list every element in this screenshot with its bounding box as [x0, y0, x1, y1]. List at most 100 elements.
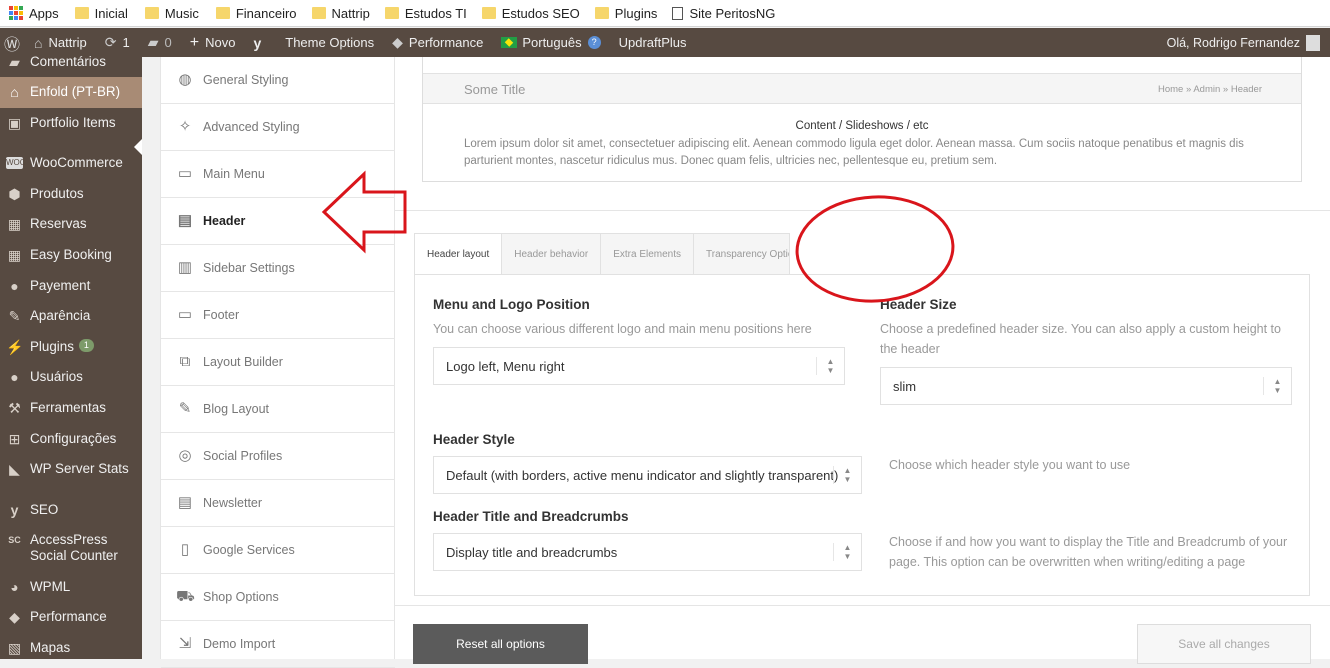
reset-all-button[interactable]: Reset all options	[413, 624, 588, 664]
bookmark-apps[interactable]: Apps	[9, 0, 59, 27]
new-content-menu[interactable]: + Novo	[181, 28, 245, 57]
sidebar-item-payement[interactable]: ● Payement	[0, 278, 142, 298]
coin-icon: ●	[10, 278, 19, 294]
sidebar-item-easy-booking[interactable]: ▦ Easy Booking	[0, 247, 142, 267]
option-sidebar-settings[interactable]: ▥ Sidebar Settings	[161, 245, 395, 292]
select-arrows-icon: ▲ ▼	[833, 543, 861, 561]
bookmark-music[interactable]: Music	[144, 0, 199, 27]
sidebar-item-ferramentas[interactable]: ⚒ Ferramentas	[0, 400, 142, 420]
comments-icon: ▰	[9, 54, 20, 70]
sidebar-item-aparencia[interactable]: ✎ Aparência	[0, 308, 142, 328]
option-social-profiles[interactable]: ◎ Social Profiles	[161, 433, 395, 480]
bookmark-label: Estudos TI	[404, 5, 467, 21]
folder-icon	[74, 7, 89, 19]
performance-menu[interactable]: ◆ Performance	[383, 28, 492, 57]
option-demo-import[interactable]: ⇲ Demo Import	[161, 621, 395, 668]
bookmark-label: Music	[164, 5, 199, 21]
bookmark-nattrip[interactable]: Nattrip	[311, 0, 370, 27]
brush-icon: ✎	[8, 308, 21, 324]
sidebar-item-usuarios[interactable]: ● Usuários	[0, 369, 142, 389]
sidebar-item-label: Configurações	[30, 431, 117, 446]
yoast-menu[interactable]: y	[244, 28, 276, 57]
comment-bubble-icon: ▰	[147, 34, 159, 50]
sidebar-item-wp-server-stats[interactable]: ◣ WP Server Stats	[0, 461, 142, 481]
bookmark-inicial[interactable]: Inicial	[74, 0, 128, 27]
sidebar-item-label: Easy Booking	[30, 247, 112, 262]
admin-sidebar: ▰ Comentários ⌂ Enfold (PT-BR) ▣ Portfolio …	[0, 54, 142, 660]
updraftplus-menu[interactable]: UpdraftPlus	[610, 28, 696, 57]
theme-options-menu[interactable]: Theme Options	[276, 28, 383, 57]
comments-menu[interactable]: ▰ 0	[139, 28, 181, 57]
magic-wand-icon: ✧	[178, 118, 192, 135]
bookmark-financeiro[interactable]: Financeiro	[215, 0, 297, 27]
option-shop-options[interactable]: ⛟ Shop Options	[161, 574, 395, 621]
folder-icon	[311, 7, 326, 19]
footer-layout-icon: ▭	[177, 306, 193, 323]
updates-count: 1	[122, 35, 130, 50]
update-badge: 1	[78, 339, 94, 352]
sidebar-item-mapas[interactable]: ▧ Mapas	[0, 640, 142, 660]
bookmark-estudos-seo[interactable]: Estudos SEO	[481, 0, 580, 27]
yoast-icon: y	[253, 34, 262, 51]
option-blog-layout[interactable]: ✎ Blog Layout	[161, 386, 395, 433]
sidebar-item-woocommerce[interactable]: WOO WooCommerce	[0, 155, 142, 175]
sidebar-item-seo[interactable]: y SEO	[0, 502, 142, 522]
updates-menu[interactable]: ⟳ 1	[96, 28, 139, 57]
option-google-services[interactable]: ▯ Google Services	[161, 527, 395, 574]
sidebar-item-accesspress[interactable]: SC AccessPress Social Counter	[0, 532, 142, 566]
options-content: Some Title Home » Admin » Header Content…	[395, 57, 1330, 664]
option-advanced-styling[interactable]: ✧ Advanced Styling	[161, 104, 395, 151]
bookmark-estudos-ti[interactable]: Estudos TI	[384, 0, 467, 27]
option-header[interactable]: ▤ Header	[161, 198, 395, 245]
folder-icon	[481, 7, 496, 19]
option-general-styling[interactable]: ◍ General Styling	[161, 57, 395, 104]
option-layout-builder[interactable]: ⧉ Layout Builder	[161, 339, 395, 386]
box-icon: ⬢	[8, 186, 21, 202]
save-all-button[interactable]: Save all changes	[1137, 624, 1311, 664]
wp-admin-bar: Ⓦ ⌂ Nattrip ⟳ 1 ▰ 0 + Novo y Theme Optio…	[0, 28, 1330, 57]
sidebar-item-plugins[interactable]: ⚡ Plugins 1	[0, 339, 142, 359]
sidebar-item-produtos[interactable]: ⬢ Produtos	[0, 186, 142, 206]
my-account-menu[interactable]: Olá, Rodrigo Fernandez	[1167, 28, 1320, 57]
sidebar-item-configuracoes[interactable]: ⊞ Configurações	[0, 431, 142, 451]
wp-logo-menu[interactable]: Ⓦ	[0, 28, 26, 57]
option-main-menu[interactable]: ▭ Main Menu	[161, 151, 395, 198]
header-style-select[interactable]: Default (with borders, active menu indic…	[433, 456, 862, 494]
sidebar-item-comentarios[interactable]: ▰ Comentários	[0, 54, 142, 74]
sidebar-item-label: Usuários	[30, 369, 83, 384]
sidebar-item-label: Portfolio Items	[30, 115, 116, 130]
sidebar-item-portfolio[interactable]: ▣ Portfolio Items	[0, 115, 142, 135]
option-newsletter[interactable]: ▤ Newsletter	[161, 480, 395, 527]
option-footer[interactable]: ▭ Footer	[161, 292, 395, 339]
user-icon: ●	[10, 369, 19, 385]
header-size-select[interactable]: slim ▲ ▼	[880, 367, 1292, 405]
plus-icon: +	[189, 33, 200, 51]
divider	[395, 210, 1330, 211]
wordpress-icon: Ⓦ	[4, 36, 21, 54]
sidebar-item-performance[interactable]: ◆ Performance	[0, 609, 142, 629]
title-crumbs-select[interactable]: Display title and breadcrumbs ▲ ▼	[433, 533, 862, 571]
option-label: Shop Options	[203, 590, 279, 604]
social-icon: ◎	[178, 447, 192, 464]
language-menu[interactable]: Português ?	[492, 28, 609, 57]
sidebar-item-wpml[interactable]: ◕ WPML	[0, 579, 142, 599]
site-name-menu[interactable]: ⌂ Nattrip	[26, 28, 96, 57]
header-style-desc: Choose which header style you want to us…	[889, 458, 1131, 472]
cart-icon: ⛟	[176, 588, 195, 605]
sidebar-layout-icon: ▥	[177, 259, 193, 276]
bookmark-site-peritosng[interactable]: Site PeritosNG	[672, 0, 775, 27]
option-label: Blog Layout	[203, 402, 270, 416]
menu-logo-select[interactable]: Logo left, Menu right ▲ ▼	[433, 347, 845, 385]
bookmark-plugins[interactable]: Plugins	[594, 0, 657, 27]
sidebar-item-enfold[interactable]: ⌂ Enfold (PT-BR)	[0, 77, 142, 108]
howdy-label: Olá, Rodrigo Fernandez	[1166, 35, 1300, 50]
tab-transparency-options[interactable]: Transparency Options	[694, 233, 791, 275]
tab-header-behavior[interactable]: Header behavior	[502, 233, 602, 275]
tab-extra-elements[interactable]: Extra Elements	[601, 233, 695, 275]
option-label: Footer	[203, 308, 240, 322]
sidebar-item-reservas[interactable]: ▦ Reservas	[0, 216, 142, 236]
bookmark-label: Financeiro	[235, 5, 297, 21]
settings-icon: ⊞	[8, 431, 21, 447]
sidebar-item-label: WooCommerce	[30, 155, 123, 170]
tab-header-layout[interactable]: Header layout	[414, 233, 503, 275]
